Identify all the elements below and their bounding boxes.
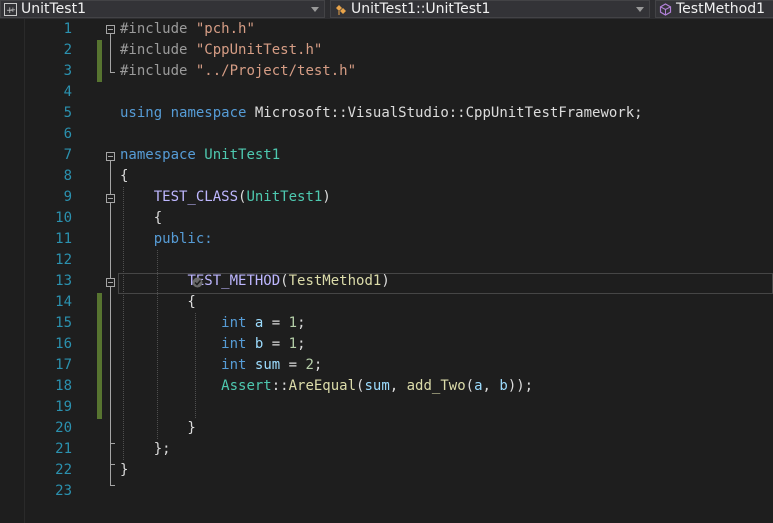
code-line: 21 }; [0,439,773,460]
line-text: public: [153,231,213,247]
code-line: 1 #include "pch.h" [0,19,773,40]
code-line: 2 #include "CppUnitTest.h" [0,40,773,61]
line-text: int a = 1; [221,315,306,331]
line-text: }; [120,441,171,457]
member-dropdown[interactable]: TestMethod1 [655,0,773,18]
line-text: } [120,420,196,436]
code-line: 20 } [0,418,773,439]
line-number: 7 [63,147,72,163]
code-line: 13 TEST_METHOD(TestMethod1) [0,271,773,292]
line-text: int sum = 2; [221,357,323,373]
chevron-down-icon [636,7,644,12]
project-dropdown[interactable]: + + UnitTest1 [0,0,325,18]
line-text: TEST_CLASS(UnitTest1) [153,189,331,205]
code-line: 18 Assert::AreEqual(sum, add_Two(a, b)); [0,376,773,397]
line-text: #include "CppUnitTest.h" [120,42,323,58]
line-text: int b = 1; [221,336,306,352]
code-line: 3 #include "../Project/test.h" [0,61,773,82]
line-number: 17 [55,357,72,373]
line-number: 19 [55,399,72,415]
code-line: 9 TEST_CLASS(UnitTest1) [0,187,773,208]
line-number: 13 [55,273,72,289]
line-number: 9 [63,189,72,205]
line-text: { [120,168,129,184]
code-line: 12 [0,250,773,271]
class-icon [336,5,346,15]
line-number: 21 [55,441,72,457]
code-line: 8 { [0,166,773,187]
line-number: 3 [63,63,72,79]
line-text: #include "../Project/test.h" [120,63,357,79]
line-text: #include "pch.h" [120,21,255,37]
code-line: 11 public: [0,229,773,250]
code-line: 14 { [0,292,773,313]
line-number: 2 [63,42,72,58]
code-line: 23 [0,481,773,502]
line-number: 15 [55,315,72,331]
code-line: 6 [0,124,773,145]
line-number: 22 [55,462,72,478]
chevron-down-icon [311,7,319,12]
code-line: 17 int sum = 2; [0,355,773,376]
line-number: 16 [55,336,72,352]
project-dropdown-label: UnitTest1 [21,1,86,17]
scope-dropdown[interactable]: UnitTest1::UnitTest1 [330,0,650,18]
svg-text:+: + [10,6,16,14]
line-number: 14 [55,294,72,310]
line-number: 11 [55,231,72,247]
method-icon [659,3,672,16]
line-number: 20 [55,420,72,436]
line-number: 18 [55,378,72,394]
code-line: 16 int b = 1; [0,334,773,355]
line-text: { [120,294,196,310]
code-line: 22 } [0,460,773,481]
cpp-project-icon: + + [4,3,17,16]
line-number: 1 [63,21,72,37]
code-line: 7 namespace UnitTest1 [0,145,773,166]
line-number: 12 [55,252,72,268]
code-line: 15 int a = 1; [0,313,773,334]
line-number: 6 [63,126,72,142]
line-text: { [120,210,163,226]
line-number: 5 [63,105,72,121]
navigation-bar: + + UnitTest1 UnitTest1::UnitTest1 TestM… [0,0,773,20]
code-editor[interactable]: 1 #include "pch.h" 2 #include "CppUnitTe… [0,19,773,523]
line-text: TEST_METHOD(TestMethod1) [187,273,390,289]
test-method-glyph-icon[interactable] [192,277,203,288]
code-line: 10 { [0,208,773,229]
line-text: } [120,462,129,478]
line-number: 4 [63,84,72,100]
code-line: 5 using namespace Microsoft::VisualStudi… [0,103,773,124]
code-line: 19 [0,397,773,418]
line-number: 8 [63,168,72,184]
line-number: 23 [55,483,72,499]
scope-dropdown-label: UnitTest1::UnitTest1 [351,1,491,17]
code-line: 4 [0,82,773,103]
line-text: Assert::AreEqual(sum, add_Two(a, b)); [221,378,534,394]
line-text: using namespace Microsoft::VisualStudio:… [120,105,643,121]
member-dropdown-label: TestMethod1 [676,1,765,17]
line-text: namespace UnitTest1 [120,147,281,163]
line-number: 10 [55,210,72,226]
